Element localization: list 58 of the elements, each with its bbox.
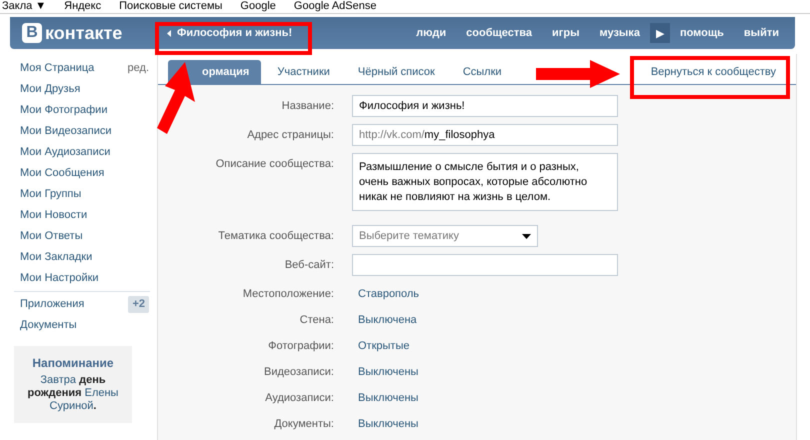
count-badge: +2 bbox=[128, 296, 149, 313]
nav-link[interactable]: помощь bbox=[670, 27, 734, 39]
field-label: Аудиозаписи: bbox=[264, 391, 334, 406]
nav-link[interactable]: игры bbox=[542, 27, 590, 39]
bookmark[interactable]: Поисковые системы bbox=[119, 0, 222, 13]
field-label: Видеозаписи: bbox=[263, 365, 334, 380]
field-value: Открытые bbox=[357, 339, 410, 354]
caret-icon bbox=[522, 234, 531, 238]
sidebar-item[interactable]: Мои Группы bbox=[0, 184, 157, 205]
sidebar-item[interactable]: Документы bbox=[0, 315, 157, 336]
more-button[interactable]: ▶ bbox=[650, 23, 670, 43]
back-link[interactable]: Философия и жизнь! bbox=[155, 17, 302, 49]
field-label: Название: bbox=[280, 99, 334, 114]
field-label: Описание сообщества: bbox=[214, 157, 334, 172]
bookmark[interactable]: Закла ▼ bbox=[2, 0, 46, 13]
field-value: Выключены bbox=[357, 365, 420, 380]
bookmark[interactable]: Google bbox=[240, 0, 276, 13]
sidebar-item[interactable]: Мои Ответы bbox=[0, 226, 157, 247]
nav-link[interactable]: музыка bbox=[589, 27, 650, 39]
field-value: Выключена bbox=[357, 313, 418, 328]
field-label: Адрес страницы: bbox=[246, 128, 334, 143]
sidebar-item[interactable]: Мои Сообщения bbox=[0, 163, 157, 184]
reminder-title: Напоминание bbox=[31, 356, 115, 370]
bookmark[interactable]: Яндекс bbox=[64, 0, 102, 13]
tab[interactable]: Чёрный список bbox=[346, 60, 447, 84]
sidebar-item[interactable]: Мои Аудиозаписи bbox=[0, 142, 157, 163]
edit-link[interactable]: ред. bbox=[128, 58, 149, 79]
field-label: Фотографии: bbox=[267, 339, 334, 354]
field-value: Ставрополь bbox=[357, 287, 420, 302]
description-field[interactable]: Размышление о смысле бытия и о разных, очень важных вопросах, которые абсолютно никак не повлияют на жизнь в целом. bbox=[352, 153, 618, 211]
back-icon bbox=[167, 30, 171, 36]
sidebar-item[interactable]: Мои Друзья bbox=[0, 79, 157, 100]
reminder-text: Завтра день рождения Елены Суриной. bbox=[26, 374, 120, 413]
sidebar-item[interactable]: Мои Фотографии bbox=[0, 100, 157, 121]
nav-link[interactable]: выйти bbox=[734, 27, 789, 39]
sidebar-item[interactable]: Мои Новости bbox=[0, 205, 157, 226]
tab[interactable]: Ссылки bbox=[450, 60, 514, 84]
bookmark[interactable]: Google AdSense bbox=[294, 0, 376, 13]
field-label: Веб-сайт: bbox=[284, 258, 334, 273]
sidebar-item[interactable]: Мои Видеозаписи bbox=[0, 121, 157, 142]
field-value: Выключены bbox=[357, 391, 420, 406]
field-label: Стена: bbox=[298, 313, 334, 328]
sidebar-item[interactable]: Моя Страница ред. bbox=[0, 58, 157, 79]
field-label: Документы: bbox=[273, 417, 334, 432]
sidebar-item[interactable]: Мои Настройки bbox=[0, 268, 157, 289]
text-field[interactable]: Философия и жизнь! bbox=[352, 95, 618, 117]
field-label: Местоположение: bbox=[242, 287, 334, 302]
address-field[interactable]: http://vk.com/my_filosophya bbox=[352, 124, 618, 146]
field-value: Выключены bbox=[357, 417, 420, 432]
site-logo[interactable]: В контакте bbox=[10, 22, 155, 44]
nav-link[interactable]: сообщества bbox=[456, 27, 542, 39]
text-field[interactable] bbox=[352, 254, 618, 276]
field-label: Тематика сообщества: bbox=[217, 229, 334, 244]
sidebar-item[interactable]: Приложения +2 bbox=[0, 294, 157, 315]
topic-dropdown[interactable]: Выберите тематику bbox=[352, 225, 538, 247]
sidebar-item[interactable]: Мои Закладки bbox=[0, 247, 157, 268]
nav-link[interactable]: люди bbox=[406, 27, 456, 39]
tab[interactable]: Участники bbox=[265, 60, 342, 84]
